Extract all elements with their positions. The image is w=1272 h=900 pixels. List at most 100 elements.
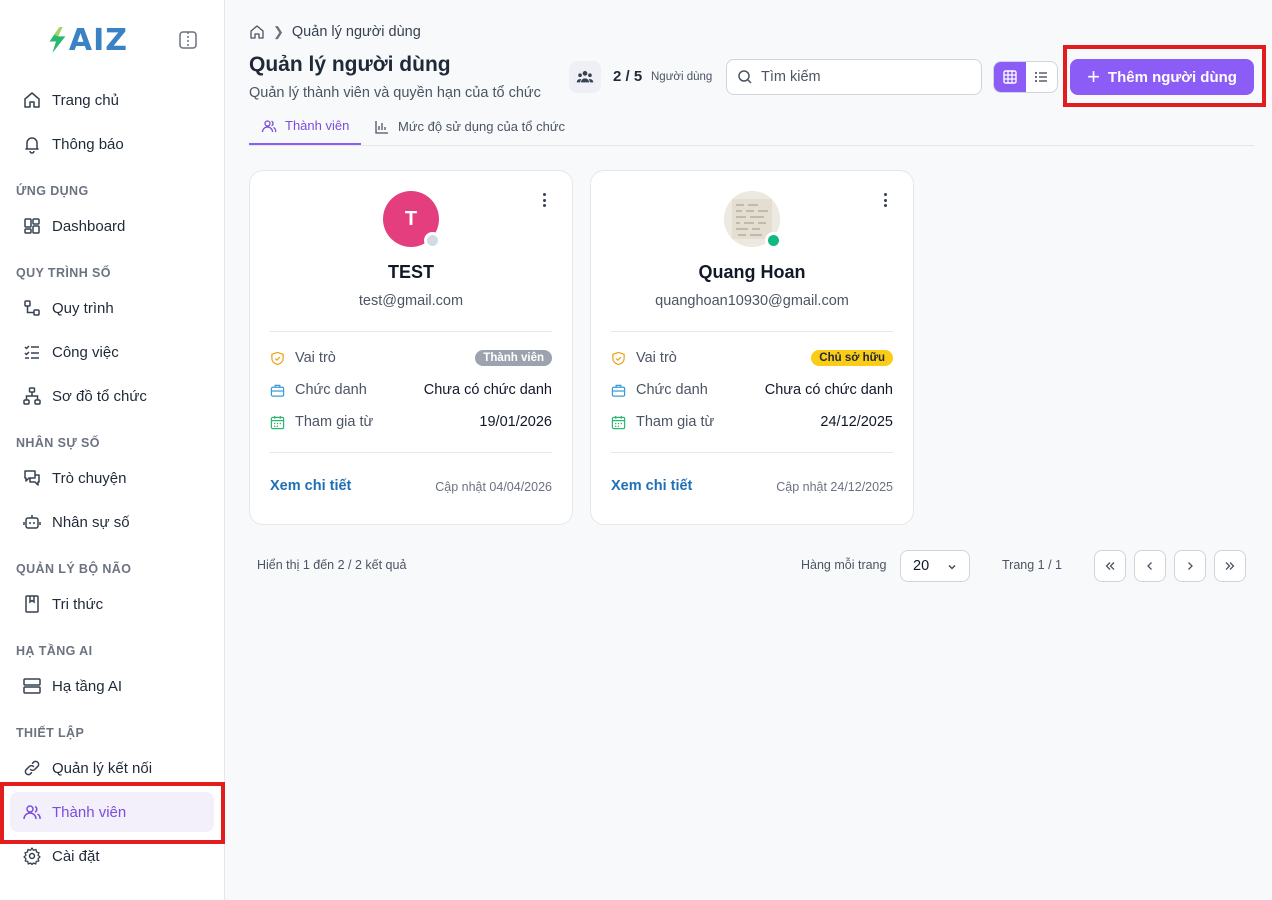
section-title-digital-staff: NHÂN SỰ SỐ	[16, 436, 100, 450]
dashboard-icon	[24, 218, 40, 234]
chevron-down-icon	[948, 565, 956, 570]
joined-row: Tham gia từ 24/12/2025	[611, 411, 893, 433]
per-page-label: Hàng mỗi trang	[801, 558, 887, 572]
view-detail-link[interactable]: Xem chi tiết	[270, 478, 351, 494]
link-icon	[24, 760, 40, 776]
more-options-button[interactable]	[536, 191, 552, 209]
tab-members[interactable]: Thành viên	[249, 108, 362, 145]
role-badge: Thành viên	[475, 350, 552, 366]
per-page-select[interactable]: 20	[900, 550, 970, 582]
sidebar-item-chat[interactable]: Trò chuyện	[10, 458, 214, 498]
user-count-value: 2 / 5	[613, 68, 643, 85]
divider	[611, 331, 893, 332]
more-options-button[interactable]	[877, 191, 893, 209]
sidebar-item-label: Tri thức	[52, 595, 104, 613]
member-name: TEST	[387, 262, 434, 282]
tasks-icon	[24, 345, 39, 359]
position-row: Chức danh Chưa có chức danh	[611, 379, 893, 401]
sidebar-item-label: Thông báo	[52, 135, 124, 153]
role-row: Vai trò Chủ sở hữu	[611, 347, 893, 369]
divider	[611, 452, 893, 453]
users-group-icon	[576, 71, 594, 83]
chevrons-left-icon	[1105, 562, 1115, 570]
member-card: T TEST test@gmail.com Vai trò Thành viên…	[249, 170, 573, 525]
sidebar-item-members[interactable]: Thành viên	[10, 792, 214, 832]
search-box[interactable]	[726, 59, 982, 95]
user-count-badge	[569, 61, 601, 93]
chat-icon	[24, 470, 40, 486]
updated-date: Cập nhật 24/12/2025	[776, 480, 893, 494]
users-icon	[261, 119, 277, 132]
app-logo[interactable]: AIZ	[48, 20, 128, 60]
sidebar-item-dashboard[interactable]: Dashboard	[10, 206, 214, 246]
member-name: Quang Hoan	[698, 262, 806, 282]
sidebar-item-label: Trò chuyện	[52, 469, 127, 487]
users-icon	[23, 805, 41, 820]
shield-check-icon	[612, 351, 625, 365]
member-email: test@gmail.com	[358, 293, 464, 309]
sidebar-item-label: Trang chủ	[52, 91, 119, 109]
bell-icon	[25, 137, 39, 154]
breadcrumb: ❯ Quản lý người dùng	[249, 24, 421, 40]
divider	[270, 331, 552, 332]
sidebar-collapse-button[interactable]	[178, 30, 198, 50]
sidebar-item-home[interactable]: Trang chủ	[10, 80, 214, 120]
search-icon	[738, 70, 752, 84]
add-user-button[interactable]: + Thêm người dùng	[1070, 59, 1254, 95]
tab-bar: Thành viên Mức độ sử dụng của tổ chức	[249, 108, 1254, 146]
page-subtitle: Quản lý thành viên và quyền hạn của tổ c…	[249, 85, 541, 101]
joined-label: Tham gia từ	[295, 414, 374, 430]
sidebar-item-label: Nhân sự số	[52, 513, 130, 531]
position-label: Chức danh	[636, 382, 708, 398]
home-icon[interactable]	[249, 24, 265, 40]
sidebar-item-tasks[interactable]: Công việc	[10, 332, 214, 372]
sidebar-item-workflow[interactable]: Quy trình	[10, 288, 214, 328]
updated-date: Cập nhật 04/04/2026	[435, 480, 552, 494]
prev-page-button[interactable]	[1134, 550, 1166, 582]
sidebar-item-org-chart[interactable]: Sơ đồ tổ chức	[10, 376, 214, 416]
search-input[interactable]	[761, 69, 961, 85]
per-page-value: 20	[913, 558, 930, 574]
shield-check-icon	[271, 351, 284, 365]
sidebar-item-notifications[interactable]: Thông báo	[10, 124, 214, 164]
sidebar-item-label: Hạ tầng AI	[52, 677, 123, 695]
gear-icon	[23, 847, 41, 866]
last-page-button[interactable]	[1214, 550, 1246, 582]
role-badge: Chủ sở hữu	[811, 350, 893, 366]
role-label: Vai trò	[636, 350, 677, 366]
grid-view-button[interactable]	[994, 62, 1026, 92]
chevrons-right-icon	[1225, 562, 1235, 570]
role-label: Vai trò	[295, 350, 336, 366]
calendar-icon	[270, 415, 285, 429]
view-detail-link[interactable]: Xem chi tiết	[611, 478, 692, 494]
position-row: Chức danh Chưa có chức danh	[270, 379, 552, 401]
briefcase-icon	[270, 384, 285, 397]
section-title-brain: QUẢN LÝ BỘ NÃO	[16, 562, 132, 576]
online-status-dot	[765, 232, 782, 249]
position-label: Chức danh	[295, 382, 367, 398]
member-email: quanghoan10930@gmail.com	[655, 293, 849, 309]
tab-org-usage[interactable]: Mức độ sử dụng của tổ chức	[374, 108, 565, 145]
workflow-icon	[24, 300, 40, 316]
sidebar: AIZ Trang chủ Thông báo ỨNG DỤNG Dashboa…	[0, 0, 225, 900]
first-page-button[interactable]	[1094, 550, 1126, 582]
joined-row: Tham gia từ 19/01/2026	[270, 411, 552, 433]
sidebar-item-digital-staff[interactable]: Nhân sự số	[10, 502, 214, 542]
grid-icon	[1003, 70, 1017, 84]
sidebar-item-connections[interactable]: Quản lý kết nối	[10, 748, 214, 788]
user-count-label: Người dùng	[651, 71, 713, 83]
sidebar-item-ai-infra[interactable]: Hạ tầng AI	[10, 666, 214, 706]
next-page-button[interactable]	[1174, 550, 1206, 582]
pagination-summary: Hiển thị 1 đến 2 / 2 kết quả	[257, 558, 407, 572]
sidebar-item-knowledge[interactable]: Tri thức	[10, 584, 214, 624]
list-icon	[1035, 72, 1048, 82]
sidebar-toggle-icon	[179, 31, 197, 49]
joined-label: Tham gia từ	[636, 414, 715, 430]
add-user-label: Thêm người dùng	[1107, 68, 1237, 86]
list-view-button[interactable]	[1026, 62, 1058, 92]
sidebar-item-label: Sơ đồ tổ chức	[52, 387, 147, 405]
calendar-icon	[611, 415, 626, 429]
book-icon	[25, 595, 39, 613]
sidebar-item-settings[interactable]: Cài đặt	[10, 836, 214, 876]
briefcase-icon	[611, 384, 626, 397]
